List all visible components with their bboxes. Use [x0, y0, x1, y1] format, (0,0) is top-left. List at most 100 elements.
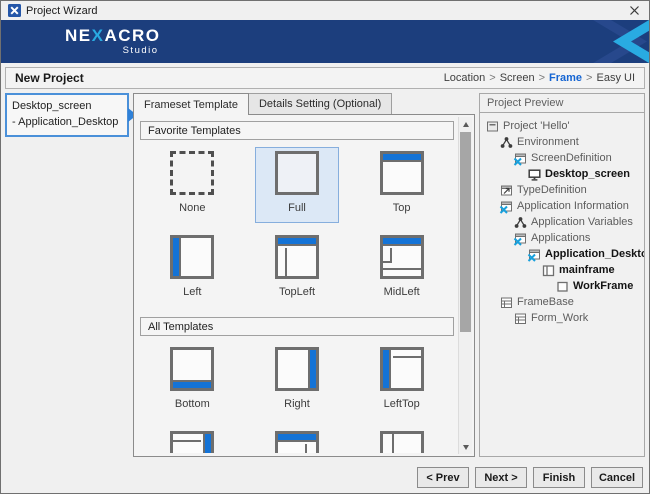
template-item-label: Right — [284, 398, 310, 410]
nexacro-x-logo — [585, 20, 649, 63]
template-icon-segment — [383, 154, 421, 162]
template-item-bottom[interactable]: Bottom — [150, 343, 234, 419]
tree-item-label: Form_Work — [531, 312, 588, 324]
template-item-leftbottom[interactable] — [360, 427, 444, 453]
template-icon-segment — [383, 248, 392, 263]
scrollbar-thumb[interactable] — [460, 132, 471, 332]
scroll-down-icon[interactable] — [459, 440, 472, 454]
template-item-none[interactable]: None — [150, 147, 234, 223]
template-item-lefttop[interactable]: LeftTop — [360, 343, 444, 419]
template-item-label: Full — [288, 202, 306, 214]
framebase-icon — [500, 296, 513, 309]
tree-item-desktop-screen[interactable]: Desktop_screen — [480, 166, 644, 182]
screen-item-line2: - Application_Desktop — [12, 115, 122, 131]
template-icon-segment — [393, 356, 421, 358]
template-item-full[interactable]: Full — [255, 147, 339, 223]
title-bar: Project Wizard — [1, 1, 649, 20]
prev-button[interactable]: < Prev — [417, 467, 469, 488]
finish-button[interactable]: Finish — [533, 467, 585, 488]
template-item-label: LeftTop — [384, 398, 420, 410]
breadcrumb-separator: > — [539, 72, 545, 84]
template-item-left[interactable]: Left — [150, 231, 234, 307]
tree-item-mainframe[interactable]: mainframe — [480, 262, 644, 278]
project-preview-panel: Project Preview Project 'Hello'Environme… — [479, 93, 645, 457]
winx-icon — [528, 248, 541, 261]
full-template-icon — [275, 151, 319, 195]
tree-item-label: Application Variables — [531, 216, 633, 228]
none-template-icon — [170, 151, 214, 195]
window-title: Project Wizard — [26, 5, 98, 17]
tree-item-screendefinition[interactable]: ScreenDefinition — [480, 150, 644, 166]
screen-item-desktop[interactable]: Desktop_screen - Application_Desktop — [5, 93, 129, 137]
project-preview-tree: Project 'Hello' Environment ScreenDefiniti… — [479, 112, 645, 457]
cancel-button[interactable]: Cancel — [591, 467, 643, 488]
group-header-all-templates: All Templates — [140, 317, 454, 336]
tab-frameset-template[interactable]: Frameset Template — [133, 93, 249, 115]
tree-item-application-desktop[interactable]: Application_Desktop — [480, 246, 644, 262]
template-item-topright[interactable] — [255, 427, 339, 453]
workframe-icon — [556, 280, 569, 293]
page-title: New Project — [15, 71, 84, 85]
template-item-right[interactable]: Right — [255, 343, 339, 419]
left-template-icon — [170, 235, 214, 279]
template-item-label: MidLeft — [384, 286, 420, 298]
brand-subtitle: Studio — [65, 46, 161, 56]
close-icon[interactable] — [626, 3, 642, 18]
midleft-template-icon — [380, 235, 424, 279]
template-item-label: Left — [183, 286, 201, 298]
next-button[interactable]: Next > — [475, 467, 527, 488]
tab-strip: Frameset TemplateDetails Setting (Option… — [133, 93, 475, 115]
template-item-top[interactable]: Top — [360, 147, 444, 223]
template-icon-segment — [383, 238, 421, 246]
bottom-template-icon — [170, 347, 214, 391]
tree-item-typedefinition[interactable]: TypeDefinition — [480, 182, 644, 198]
typedef-icon — [500, 184, 513, 197]
template-item-label: None — [179, 202, 205, 214]
tree-item-workframe[interactable]: WorkFrame — [480, 278, 644, 294]
template-icon-segment — [278, 248, 287, 276]
template-icon-segment — [203, 434, 211, 453]
vertical-scrollbar[interactable] — [458, 117, 472, 454]
screen-list-panel: Desktop_screen - Application_Desktop — [5, 93, 129, 457]
tree-item-project-hello[interactable]: Project 'Hello' — [480, 118, 644, 134]
template-item-midleft[interactable]: MidLeft — [360, 231, 444, 307]
tab-details-setting-optional[interactable]: Details Setting (Optional) — [249, 93, 392, 114]
template-icon-segment — [278, 434, 316, 442]
nexacro-app-icon — [8, 4, 21, 17]
tree-item-applications[interactable]: Applications — [480, 230, 644, 246]
template-icon-segment — [173, 380, 211, 388]
breadcrumb-item-screen[interactable]: Screen — [500, 72, 535, 84]
template-item-label: Top — [393, 202, 411, 214]
template-icon-segment — [383, 350, 391, 388]
template-icon-segment — [392, 434, 394, 453]
tree-item-label: Desktop_screen — [545, 168, 630, 180]
template-grid: NoneFullTopLeftTopLeftMidLeft — [140, 147, 454, 307]
tree-item-label: ScreenDefinition — [531, 152, 612, 164]
new-project-bar: New Project Location>Screen>Frame>Easy U… — [5, 67, 645, 89]
cluster-icon — [514, 216, 527, 229]
tree-item-label: TypeDefinition — [517, 184, 587, 196]
topleft-template-icon — [275, 235, 319, 279]
template-icon-segment — [173, 238, 181, 276]
template-scroll-area: Favorite TemplatesNoneFullTopLeftTopLeft… — [138, 119, 456, 453]
scroll-up-icon[interactable] — [459, 117, 472, 131]
tree-item-application-variables[interactable]: Application Variables — [480, 214, 644, 230]
template-item-righttop[interactable] — [150, 427, 234, 453]
breadcrumb-item-frame[interactable]: Frame — [549, 72, 582, 84]
tree-item-application-information[interactable]: Application Information — [480, 198, 644, 214]
tree-item-environment[interactable]: Environment — [480, 134, 644, 150]
tree-item-label: mainframe — [559, 264, 615, 276]
template-item-label: Bottom — [175, 398, 210, 410]
tree-item-label: Application Information — [517, 200, 629, 212]
template-icon-segment — [278, 238, 316, 246]
right-template-icon — [275, 347, 319, 391]
tree-item-label: Application_Desktop — [545, 248, 645, 260]
breadcrumb-item-location[interactable]: Location — [444, 72, 486, 84]
tree-item-label: FrameBase — [517, 296, 574, 308]
tree-item-label: Environment — [517, 136, 579, 148]
template-item-topleft[interactable]: TopLeft — [255, 231, 339, 307]
tree-item-form-work[interactable]: Form_Work — [480, 310, 644, 326]
winx-icon — [514, 152, 527, 165]
tree-item-framebase[interactable]: FrameBase — [480, 294, 644, 310]
breadcrumb-item-easy-ui[interactable]: Easy UI — [596, 72, 635, 84]
